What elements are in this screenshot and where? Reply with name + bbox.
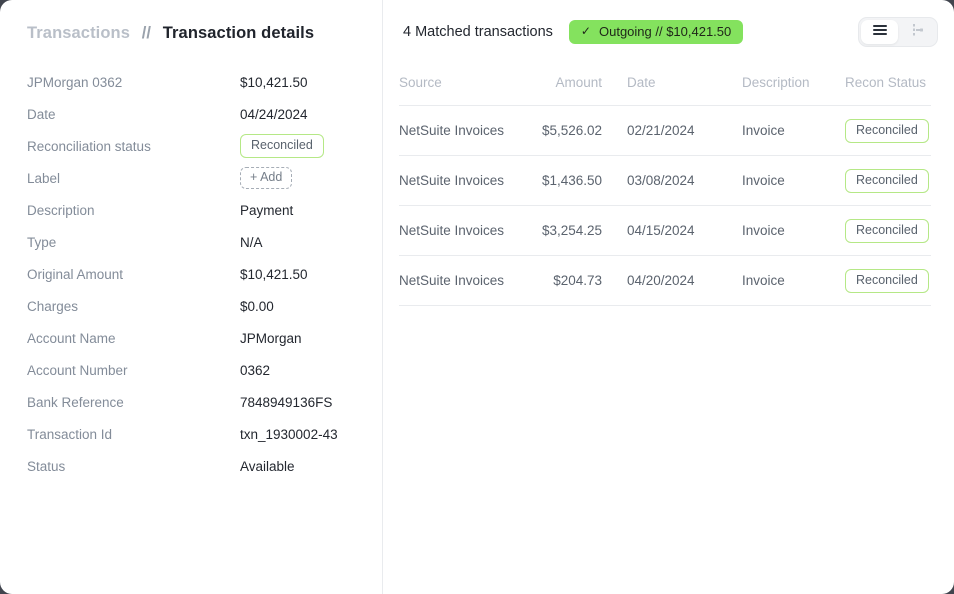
detail-row-description: Description Payment: [27, 194, 382, 226]
detail-row-status: Status Available: [27, 450, 382, 482]
cell-source: NetSuite Invoices: [399, 123, 529, 138]
breadcrumb-separator: //: [142, 24, 151, 42]
detail-row-original-amount: Original Amount $10,421.50: [27, 258, 382, 290]
page-title: Transaction details: [163, 24, 314, 42]
detail-value-status: Available: [240, 459, 295, 474]
detail-row-account-name: Account Name JPMorgan: [27, 322, 382, 354]
view-toggle: [858, 17, 938, 47]
detail-row-label: Label + Add: [27, 162, 382, 194]
cell-source: NetSuite Invoices: [399, 173, 529, 188]
matched-transactions-header: 4 Matched transactions ✓ Outgoing // $10…: [383, 0, 954, 47]
tree-view-icon: [910, 23, 924, 42]
detail-label: Account Name: [27, 331, 240, 346]
detail-value-original-amount: $10,421.50: [240, 267, 308, 282]
table-row[interactable]: NetSuite Invoices $204.73 04/20/2024 Inv…: [399, 256, 931, 306]
detail-label: Type: [27, 235, 240, 250]
detail-row-account-number: Account Number 0362: [27, 354, 382, 386]
list-view-toggle[interactable]: [861, 20, 898, 44]
cell-amount: $5,526.02: [529, 123, 602, 138]
cell-description: Invoice: [742, 223, 845, 238]
cell-amount: $3,254.25: [529, 223, 602, 238]
detail-label: JPMorgan 0362: [27, 75, 240, 90]
cell-date: 04/20/2024: [602, 273, 742, 288]
match-summary-text: Outgoing // $10,421.50: [599, 24, 731, 39]
add-label-button[interactable]: + Add: [240, 167, 292, 189]
table-row[interactable]: NetSuite Invoices $1,436.50 03/08/2024 I…: [399, 156, 931, 206]
cell-date: 03/08/2024: [602, 173, 742, 188]
list-view-icon: [873, 23, 887, 41]
matched-transactions-title: 4 Matched transactions: [403, 24, 553, 40]
breadcrumb: Transactions // Transaction details: [27, 24, 382, 43]
cell-date: 02/21/2024: [602, 123, 742, 138]
tree-view-toggle[interactable]: [898, 20, 935, 44]
table-header-row: Source Amount Date Description Recon Sta…: [399, 75, 931, 106]
detail-label: Bank Reference: [27, 395, 240, 410]
detail-row-account: JPMorgan 0362 $10,421.50: [27, 66, 382, 98]
column-header-recon-status: Recon Status: [845, 75, 930, 90]
detail-row-date: Date 04/24/2024: [27, 98, 382, 130]
detail-value-charges: $0.00: [240, 299, 274, 314]
detail-value-transaction-id: txn_1930002-43: [240, 427, 338, 442]
check-icon: ✓: [581, 24, 591, 39]
detail-value-account-number: 0362: [240, 363, 270, 378]
cell-description: Invoice: [742, 123, 845, 138]
detail-value-bank-reference: 7848949136FS: [240, 395, 332, 410]
transaction-details-card: Transactions // Transaction details JPMo…: [0, 0, 954, 594]
detail-label: Transaction Id: [27, 427, 240, 442]
table-row[interactable]: NetSuite Invoices $3,254.25 04/15/2024 I…: [399, 206, 931, 256]
detail-label: Account Number: [27, 363, 240, 378]
matched-transactions-panel: 4 Matched transactions ✓ Outgoing // $10…: [383, 0, 954, 594]
status-badge-reconciled: Reconciled: [845, 119, 929, 143]
detail-label: Original Amount: [27, 267, 240, 282]
detail-value-account-name: JPMorgan: [240, 331, 302, 346]
cell-amount: $1,436.50: [529, 173, 602, 188]
cell-date: 04/15/2024: [602, 223, 742, 238]
detail-label: Reconciliation status: [27, 139, 240, 154]
column-header-date: Date: [602, 75, 742, 90]
detail-value-amount: $10,421.50: [240, 75, 308, 90]
column-header-description: Description: [742, 75, 845, 90]
detail-label: Status: [27, 459, 240, 474]
cell-description: Invoice: [742, 173, 845, 188]
detail-row-charges: Charges $0.00: [27, 290, 382, 322]
matched-transactions-table: Source Amount Date Description Recon Sta…: [399, 75, 931, 306]
transaction-details-panel: Transactions // Transaction details JPMo…: [0, 0, 383, 594]
status-badge-reconciled: Reconciled: [845, 219, 929, 243]
status-badge-reconciled: Reconciled: [240, 134, 324, 158]
detail-row-bank-reference: Bank Reference 7848949136FS: [27, 386, 382, 418]
detail-value-description: Payment: [240, 203, 293, 218]
detail-value-date: 04/24/2024: [240, 107, 308, 122]
cell-amount: $204.73: [529, 273, 602, 288]
detail-list: JPMorgan 0362 $10,421.50 Date 04/24/2024…: [27, 66, 382, 482]
detail-label: Description: [27, 203, 240, 218]
match-summary-badge: ✓ Outgoing // $10,421.50: [569, 20, 743, 44]
detail-row-transaction-id: Transaction Id txn_1930002-43: [27, 418, 382, 450]
detail-row-reconciliation-status: Reconciliation status Reconciled: [27, 130, 382, 162]
detail-label: Label: [27, 171, 240, 186]
cell-source: NetSuite Invoices: [399, 223, 529, 238]
table-row[interactable]: NetSuite Invoices $5,526.02 02/21/2024 I…: [399, 106, 931, 156]
column-header-source: Source: [399, 75, 529, 90]
detail-label: Charges: [27, 299, 240, 314]
breadcrumb-transactions-link[interactable]: Transactions: [27, 24, 130, 42]
cell-source: NetSuite Invoices: [399, 273, 529, 288]
cell-description: Invoice: [742, 273, 845, 288]
detail-row-type: Type N/A: [27, 226, 382, 258]
status-badge-reconciled: Reconciled: [845, 169, 929, 193]
column-header-amount: Amount: [529, 75, 602, 90]
status-badge-reconciled: Reconciled: [845, 269, 929, 293]
detail-value-type: N/A: [240, 235, 263, 250]
detail-label: Date: [27, 107, 240, 122]
